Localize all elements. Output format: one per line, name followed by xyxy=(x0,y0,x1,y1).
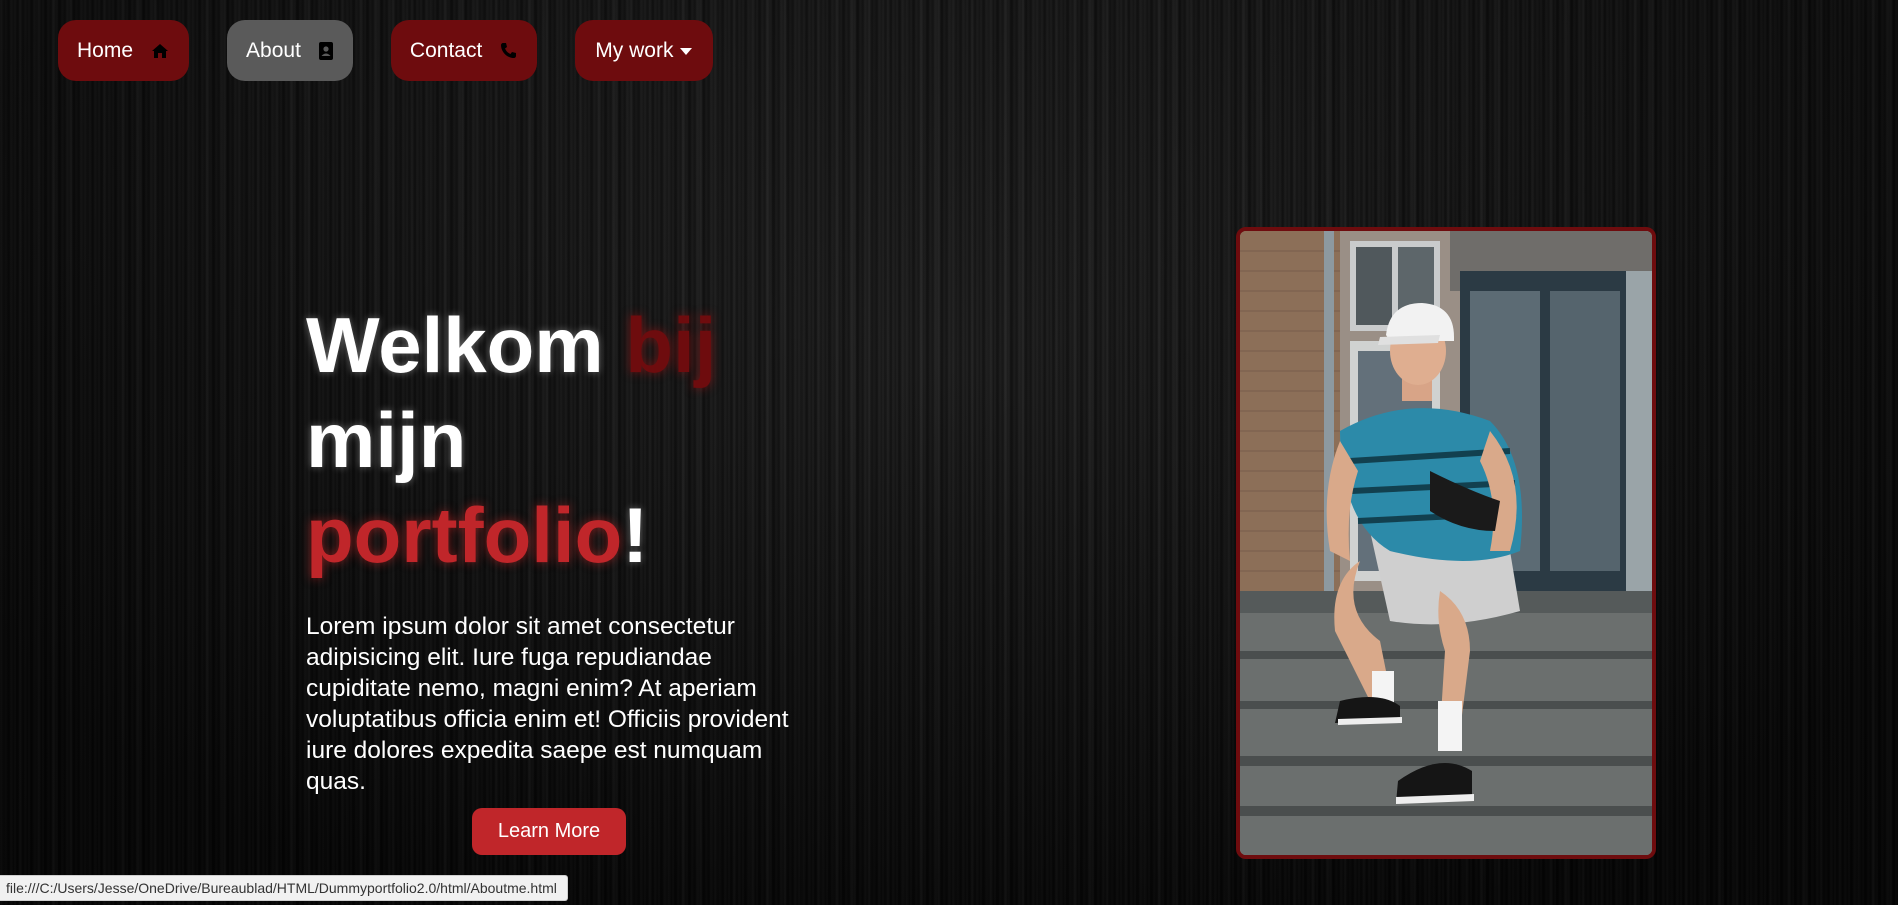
nav-contact-label: Contact xyxy=(409,38,483,62)
contact-book-icon xyxy=(318,41,333,60)
home-icon xyxy=(151,43,169,59)
headline-bij: bij xyxy=(625,301,717,389)
profile-photo xyxy=(1236,227,1656,859)
main-nav: Home About Contact My work xyxy=(58,20,714,81)
nav-about-button[interactable]: About xyxy=(227,20,353,81)
headline-mijn: mijn xyxy=(306,396,467,484)
hero-description: Lorem ipsum dolor sit amet consectetur a… xyxy=(306,613,789,795)
headline-exclamation: ! xyxy=(622,491,649,579)
caret-down-icon xyxy=(679,46,693,56)
headline-portfolio: portfolio xyxy=(306,491,623,579)
phone-icon xyxy=(500,42,517,59)
nav-home-label: Home xyxy=(77,38,134,62)
hero-headline: Welkom bij mijn portfolio! xyxy=(306,298,806,583)
nav-home-button[interactable]: Home xyxy=(58,20,190,81)
nav-my-work-dropdown[interactable]: My work xyxy=(575,20,714,81)
learn-more-button[interactable]: Learn More xyxy=(472,808,626,855)
page: Home About Contact My work Welkom bij mi… xyxy=(0,0,1898,905)
nav-my-work-label: My work xyxy=(595,38,674,62)
browser-status-bar: file:///C:/Users/Jesse/OneDrive/Bureaubl… xyxy=(0,875,568,901)
nav-contact-button[interactable]: Contact xyxy=(390,20,538,81)
hero-section: Welkom bij mijn portfolio! Lorem ipsum d… xyxy=(306,298,806,855)
nav-about-label: About xyxy=(246,38,301,62)
headline-welkom: Welkom xyxy=(306,301,604,389)
